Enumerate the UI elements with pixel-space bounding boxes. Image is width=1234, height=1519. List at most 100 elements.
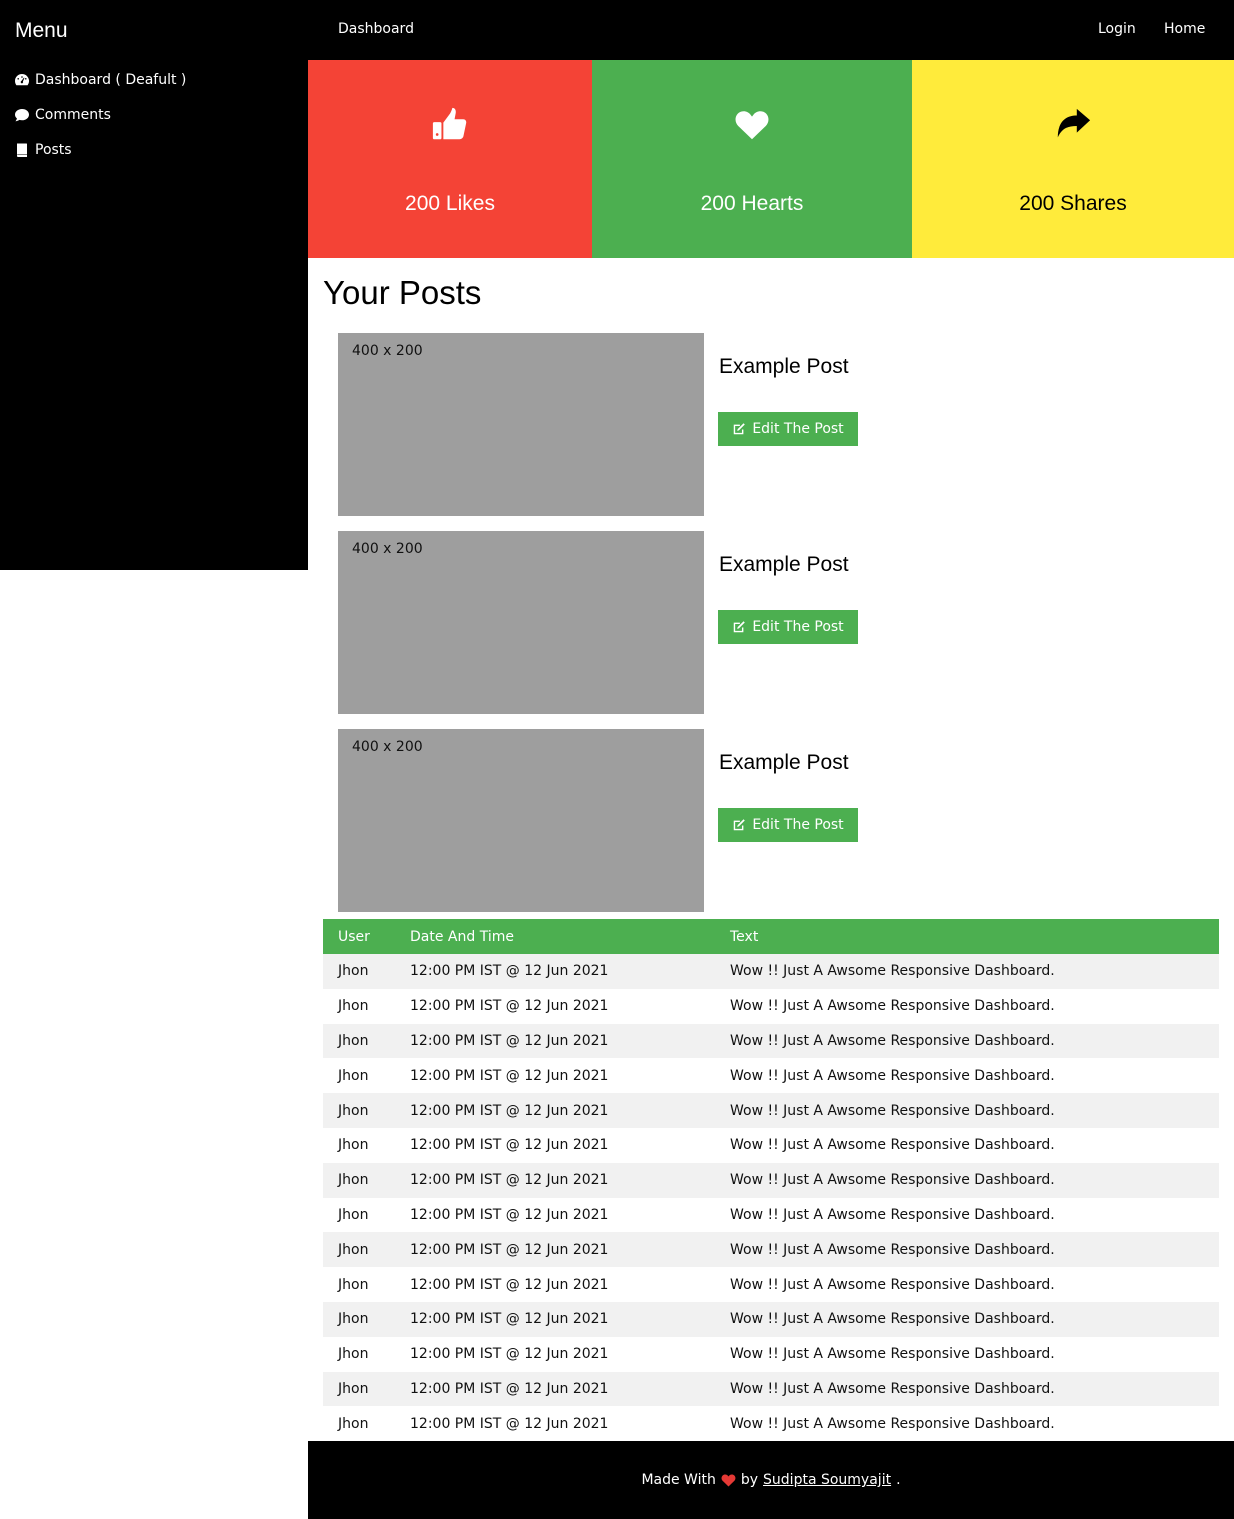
comment-user: Jhon [338,1067,369,1084]
comment-text: Wow !! Just A Awsome Responsive Dashboar… [715,1162,1219,1198]
shares-card: 200 Shares [912,60,1234,258]
comment-text: Wow !! Just A Awsome Responsive Dashboar… [715,954,1219,989]
comment-user: Jhon [323,1162,395,1198]
table-row: Jhon 12:00 PM IST @ 12 Jun 2021 Wow !! Jus… [323,1301,1219,1337]
comment-date: 12:00 PM IST @ 12 Jun 2021 [395,1232,715,1268]
likes-card: 200 Likes [308,60,592,258]
table-row: Jhon 12:00 PM IST @ 12 Jun 2021 Wow !! Jus… [323,1371,1219,1407]
comment-text: Wow !! Just A Awsome Responsive Dashboar… [730,1206,1055,1223]
heart-icon [721,1473,736,1487]
column-header-user: User [323,919,395,954]
comment-user: Jhon [323,1301,395,1337]
post-thumbnail: 400 x 200 [338,333,704,516]
comment-date: 12:00 PM IST @ 12 Jun 2021 [395,1162,715,1198]
table-row: Jhon 12:00 PM IST @ 12 Jun 2021 Wow !! Jus… [323,1128,1219,1163]
comment-date: 12:00 PM IST @ 12 Jun 2021 [395,1093,715,1128]
sidebar-item-label: Posts [35,142,72,158]
comment-date: 12:00 PM IST @ 12 Jun 2021 [410,1346,609,1363]
home-link[interactable]: Home [1164,21,1205,37]
comment-user: Jhon [338,1206,369,1223]
sidebar-item-comments[interactable]: Comments [14,107,111,123]
comment-user: Jhon [338,1346,369,1363]
top-navbar: Dashboard Login Home [308,0,1234,60]
comment-text: Wow !! Just A Awsome Responsive Dashboar… [730,1346,1055,1363]
comment-date: 12:00 PM IST @ 12 Jun 2021 [395,954,715,989]
comment-date: 12:00 PM IST @ 12 Jun 2021 [410,1276,609,1293]
table-row: Jhon 12:00 PM IST @ 12 Jun 2021 Wow !! Jus… [323,1198,1219,1233]
comments-table: User Date And Time Text Jhon 12:00 PM IST… [323,919,1219,1441]
thumbnail-size-label: 400 x 200 [352,739,423,755]
stats-cards: 200 Likes 200 Hearts 200 Shares [308,60,1234,258]
edit-icon [734,423,746,435]
post-item: 400 x 200 Example Post Edit The Post [338,333,1218,516]
comment-text: Wow !! Just A Awsome Responsive Dashboar… [715,1093,1219,1128]
sidebar-item-posts[interactable]: Posts [14,142,72,158]
comment-text: Wow !! Just A Awsome Responsive Dashboar… [730,1137,1055,1154]
column-header-text: Text [715,919,1219,954]
post-title: Example Post [719,751,849,774]
thumbs-up-icon [432,107,467,140]
comment-text: Wow !! Just A Awsome Responsive Dashboar… [715,1023,1219,1059]
likes-count: 200 Likes [405,192,495,215]
comment-date: 12:00 PM IST @ 12 Jun 2021 [395,1023,715,1059]
comment-user: Jhon [338,1137,369,1154]
comment-text: Wow !! Just A Awsome Responsive Dashboar… [715,1301,1219,1337]
edit-button-label: Edit The Post [752,421,844,437]
table-header-row: User Date And Time Text [323,919,1219,954]
comment-user: Jhon [338,1415,369,1432]
comment-date: 12:00 PM IST @ 12 Jun 2021 [410,1067,609,1084]
comment-date: 12:00 PM IST @ 12 Jun 2021 [410,998,609,1015]
tachometer-icon [15,74,29,86]
login-link[interactable]: Login [1098,21,1136,37]
heart-icon [735,111,769,140]
comment-user: Jhon [323,1371,395,1407]
table-body: Jhon 12:00 PM IST @ 12 Jun 2021 Wow !! Jus… [323,954,1219,1441]
table-row: Jhon 12:00 PM IST @ 12 Jun 2021 Wow !! Jus… [323,1232,1219,1268]
comment-user: Jhon [323,1232,395,1268]
edit-post-button[interactable]: Edit The Post [718,412,858,446]
sidebar-title: Menu [15,19,68,42]
table-row: Jhon 12:00 PM IST @ 12 Jun 2021 Wow !! Jus… [323,1337,1219,1372]
comment-text: Wow !! Just A Awsome Responsive Dashboar… [730,1067,1055,1084]
comment-date: 12:00 PM IST @ 12 Jun 2021 [410,1137,609,1154]
comment-user: Jhon [323,1023,395,1059]
sidebar: Menu Dashboard ( Deafult ) Comments Post… [0,0,308,570]
table-row: Jhon 12:00 PM IST @ 12 Jun 2021 Wow !! Jus… [323,989,1219,1024]
comment-text: Wow !! Just A Awsome Responsive Dashboar… [715,1371,1219,1407]
table-row: Jhon 12:00 PM IST @ 12 Jun 2021 Wow !! Jus… [323,1023,1219,1059]
comment-date: 12:00 PM IST @ 12 Jun 2021 [395,1301,715,1337]
comment-text: Wow !! Just A Awsome Responsive Dashboar… [730,1415,1055,1432]
comment-date: 12:00 PM IST @ 12 Jun 2021 [395,1371,715,1407]
author-link[interactable]: Sudipta Soumyajit [763,1472,891,1488]
post-title: Example Post [719,355,849,378]
sidebar-item-label: Comments [35,107,111,123]
table-row: Jhon 12:00 PM IST @ 12 Jun 2021 Wow !! Jus… [323,1267,1219,1302]
post-thumbnail: 400 x 200 [338,531,704,714]
post-title: Example Post [719,553,849,576]
edit-post-button[interactable]: Edit The Post [718,808,858,842]
sidebar-item-dashboard[interactable]: Dashboard ( Deafult ) [14,72,186,88]
thumbnail-size-label: 400 x 200 [352,541,423,557]
comment-text: Wow !! Just A Awsome Responsive Dashboar… [730,1276,1055,1293]
comment-text: Wow !! Just A Awsome Responsive Dashboar… [715,1232,1219,1268]
comment-user: Jhon [338,998,369,1015]
hearts-card: 200 Hearts [592,60,912,258]
table-row: Jhon 12:00 PM IST @ 12 Jun 2021 Wow !! Jus… [323,1162,1219,1198]
comment-user: Jhon [323,954,395,989]
edit-post-button[interactable]: Edit The Post [718,610,858,644]
table-row: Jhon 12:00 PM IST @ 12 Jun 2021 Wow !! Jus… [323,954,1219,989]
table-row: Jhon 12:00 PM IST @ 12 Jun 2021 Wow !! Jus… [323,1406,1219,1441]
comment-date: 12:00 PM IST @ 12 Jun 2021 [410,1415,609,1432]
thumbnail-size-label: 400 x 200 [352,343,423,359]
footer-suffix: . [896,1472,901,1488]
edit-button-label: Edit The Post [752,619,844,635]
post-thumbnail: 400 x 200 [338,729,704,912]
footer-by: by [740,1472,759,1488]
navbar-title[interactable]: Dashboard [338,21,414,37]
footer-made-with: Made With [641,1472,716,1488]
table-row: Jhon 12:00 PM IST @ 12 Jun 2021 Wow !! Jus… [323,1093,1219,1128]
shares-count: 200 Shares [1019,192,1127,215]
share-icon [1057,108,1091,138]
sidebar-item-label: Dashboard ( Deafult ) [35,72,187,88]
edit-icon [734,819,746,831]
